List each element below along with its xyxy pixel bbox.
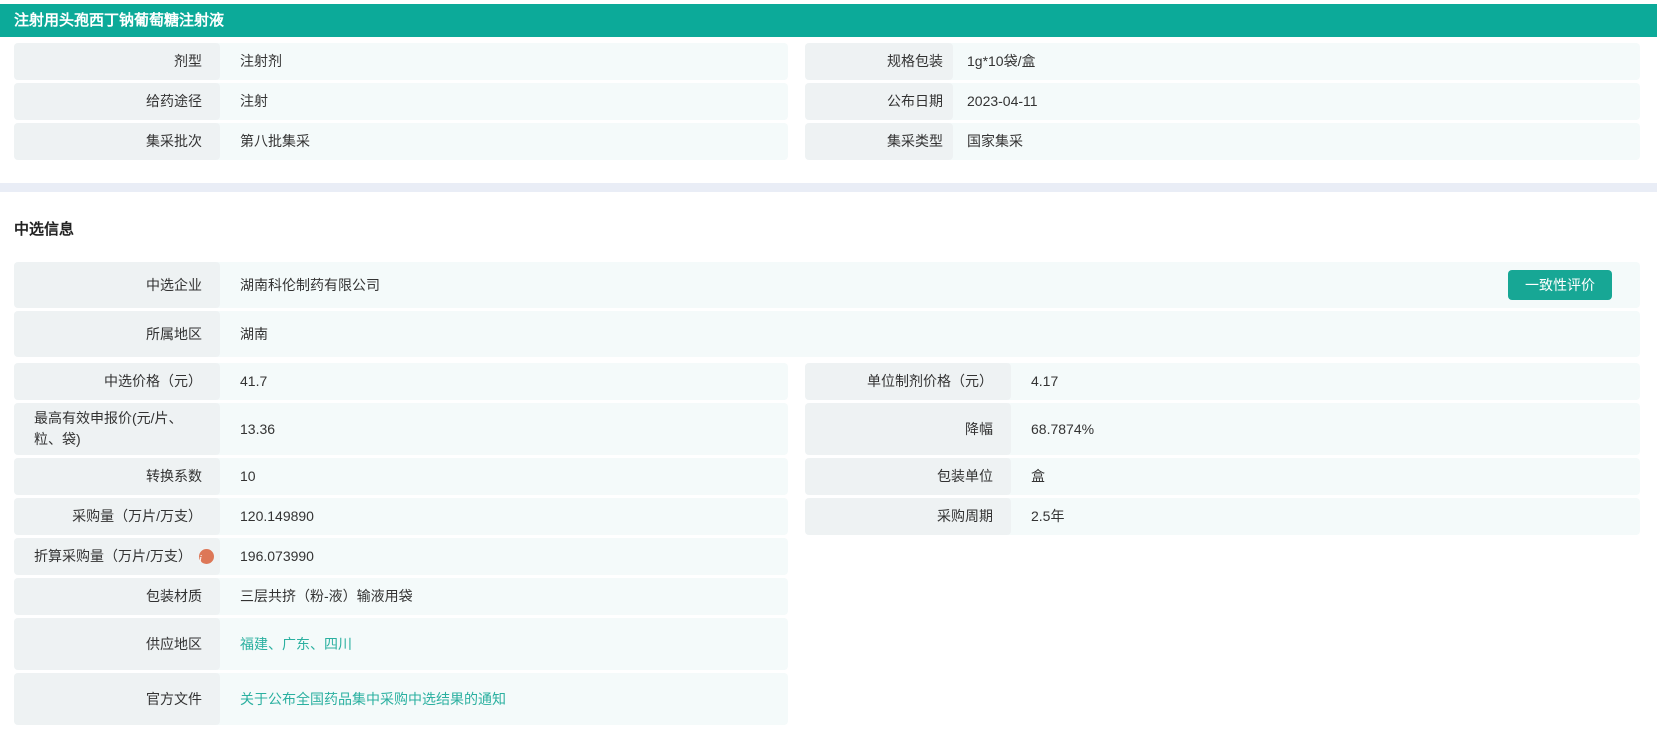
table-row: 公布日期 2023-04-11 [805,83,1640,120]
procurement-volume-value: 120.149890 [240,508,314,524]
table-row: 采购量（万片/万支） 120.149890 [14,498,788,535]
procurement-type-label: 集采类型 [805,123,953,160]
packaging-unit-value: 盒 [1031,468,1045,484]
table-row: 剂型 注射剂 [14,43,788,80]
consistency-evaluation-button[interactable]: 一致性评价 [1508,270,1612,300]
winning-enterprise-label: 中选企业 [14,262,220,308]
procurement-cycle-label: 采购周期 [805,498,1011,535]
converted-procurement-volume-label: 折算采购量（万片/万支） [14,538,220,575]
supply-region-link[interactable]: 福建、广东、四川 [240,634,352,655]
page-header: 注射用头孢西丁钠葡萄糖注射液 [0,4,1657,37]
publish-date-value: 2023-04-11 [967,93,1038,109]
packaging-material-label: 包装材质 [14,578,220,615]
max-valid-bid-price-label: 最高有效申报价(元/片、粒、袋) [14,403,220,455]
procurement-batch-value: 第八批集采 [240,133,310,149]
table-row: 最高有效申报价(元/片、粒、袋) 13.36 [14,403,788,455]
enterprise-region-label: 所属地区 [14,311,220,357]
conversion-factor-label: 转换系数 [14,458,220,495]
converted-procurement-volume-value: 196.073990 [240,548,314,564]
basic-info-section: 剂型 注射剂 给药途径 注射 集采批次 第八批集采 规格包装 1g*10袋/盒 … [14,43,1640,163]
table-row: 折算采购量（万片/万支） 196.073990 [14,538,788,575]
selection-paired-rows: 中选价格（元） 41.7 单位制剂价格（元） 4.17 最高有效申报价(元/片、… [14,363,1640,535]
official-document-label: 官方文件 [14,673,220,725]
table-row: 转换系数 10 [14,458,788,495]
supply-region-value: 福建、广东、四川 [220,618,788,670]
table-row: 中选价格（元） 41.7 [14,363,788,400]
unit-preparation-price-label: 单位制剂价格（元） [805,363,1011,400]
dosage-form-label: 剂型 [14,43,220,80]
table-row: 包装材质 三层共挤（粉-液）输液用袋 [14,578,788,615]
table-row: 单位制剂价格（元） 4.17 [805,363,1640,400]
table-row: 供应地区 福建、广东、四川 [14,618,788,670]
price-reduction-value: 68.7874% [1031,420,1095,437]
table-row: 集采批次 第八批集采 [14,123,788,160]
drug-title: 注射用头孢西丁钠葡萄糖注射液 [14,12,225,29]
table-row-pair: 中选价格（元） 41.7 单位制剂价格（元） 4.17 [14,363,1640,400]
max-valid-bid-price-value: 13.36 [240,420,276,437]
dosage-form-value: 注射剂 [240,53,282,69]
table-row: 给药途径 注射 [14,83,788,120]
section-divider [0,183,1657,192]
procurement-volume-label: 采购量（万片/万支） [14,498,220,535]
enterprise-region-value: 湖南 [240,325,268,342]
selection-detail-rows: 折算采购量（万片/万支） 196.073990 包装材质 三层共挤（粉-液）输液… [14,538,788,725]
procurement-cycle-value: 2.5年 [1031,508,1065,524]
administration-route-label: 给药途径 [14,83,220,120]
info-icon[interactable] [199,549,214,564]
winning-price-label: 中选价格（元） [14,363,220,400]
administration-route-value: 注射 [240,93,268,109]
table-row: 所属地区 湖南 [14,311,1640,357]
conversion-factor-value: 10 [240,468,256,484]
publish-date-label: 公布日期 [805,83,953,120]
table-row-pair: 转换系数 10 包装单位 盒 [14,458,1640,495]
procurement-type-value: 国家集采 [967,133,1023,149]
winning-price-value: 41.7 [240,373,268,389]
official-document-link[interactable]: 关于公布全国药品集中采购中选结果的通知 [240,689,506,710]
selection-full-rows: 中选企业 湖南科伦制药有限公司 一致性评价 所属地区 湖南 [14,262,1640,357]
table-row: 规格包装 1g*10袋/盒 [805,43,1640,80]
supply-region-label: 供应地区 [14,618,220,670]
packaging-unit-label: 包装单位 [805,458,1011,495]
price-reduction-label: 降幅 [805,403,1011,455]
selection-info-heading: 中选信息 [14,221,75,238]
spec-package-value: 1g*10袋/盒 [967,53,1036,69]
procurement-batch-label: 集采批次 [14,123,220,160]
table-row: 中选企业 湖南科伦制药有限公司 一致性评价 [14,262,1640,308]
table-row: 降幅 68.7874% [805,403,1640,455]
table-row: 采购周期 2.5年 [805,498,1640,535]
spec-package-label: 规格包装 [805,43,953,80]
basic-info-right-table: 规格包装 1g*10袋/盒 公布日期 2023-04-11 集采类型 国家集采 [805,43,1640,163]
basic-info-left-table: 剂型 注射剂 给药途径 注射 集采批次 第八批集采 [14,43,788,163]
table-row: 包装单位 盒 [805,458,1640,495]
table-row: 集采类型 国家集采 [805,123,1640,160]
table-row: 官方文件 关于公布全国药品集中采购中选结果的通知 [14,673,788,725]
table-row-pair: 采购量（万片/万支） 120.149890 采购周期 2.5年 [14,498,1640,535]
official-document-value: 关于公布全国药品集中采购中选结果的通知 [220,673,788,725]
winning-enterprise-value: 湖南科伦制药有限公司 [240,276,380,293]
unit-preparation-price-value: 4.17 [1031,373,1059,389]
table-row-pair: 最高有效申报价(元/片、粒、袋) 13.36 降幅 68.7874% [14,403,1640,455]
packaging-material-value: 三层共挤（粉-液）输液用袋 [240,588,413,604]
